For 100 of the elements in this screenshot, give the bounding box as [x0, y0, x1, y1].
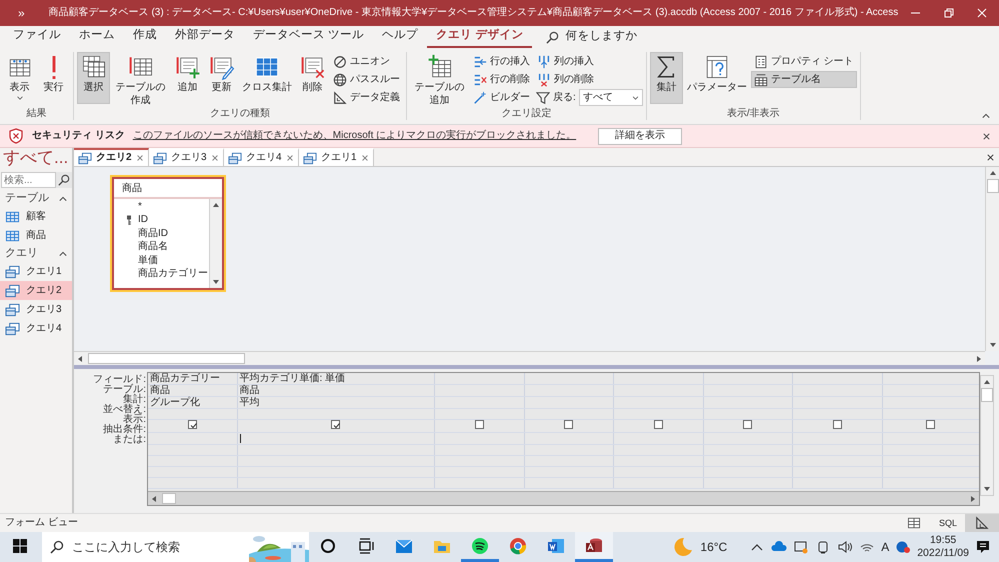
- horizontal-scrollbar[interactable]: [74, 351, 985, 365]
- close-icon[interactable]: [982, 132, 991, 140]
- taskbar-search-field[interactable]: ここに入力して検索: [42, 532, 309, 562]
- security-message-link[interactable]: このファイルのソースが信頼できないため、Microsoft によりマクロの実行がブロックされました。: [132, 130, 576, 142]
- search-icon[interactable]: [58, 174, 70, 186]
- show-checkbox[interactable]: [188, 420, 197, 429]
- document-tab[interactable]: クエリ1: [299, 148, 374, 166]
- meet-icon[interactable]: [895, 539, 912, 555]
- document-tab[interactable]: クエリ4: [224, 148, 299, 166]
- show-checkbox[interactable]: [743, 420, 752, 429]
- screen-icon[interactable]: [793, 539, 810, 555]
- start-icon[interactable]: [13, 539, 27, 553]
- nav-item[interactable]: クエリ4: [0, 319, 72, 338]
- ribbon-button[interactable]: 列の削除: [534, 71, 643, 88]
- criteria-cell[interactable]: [434, 432, 524, 444]
- datasheet-view-icon[interactable]: [907, 517, 921, 529]
- ribbon-button[interactable]: パラメーター: [684, 52, 750, 104]
- ribbon-button[interactable]: プロパティ シート: [750, 53, 857, 70]
- ribbon-button[interactable]: 集計: [650, 52, 683, 104]
- nav-item[interactable]: 顧客: [0, 207, 72, 226]
- ribbon-button[interactable]: ユニオン: [330, 53, 403, 70]
- collapse-icon[interactable]: [58, 250, 68, 258]
- design-view-icon[interactable]: [975, 516, 989, 530]
- ribbon-tab[interactable]: クエリ デザイン: [427, 26, 532, 48]
- ribbon-button[interactable]: パススルー: [330, 71, 403, 88]
- ribbon-tab[interactable]: ヘルプ: [373, 26, 428, 48]
- vertical-scrollbar[interactable]: [980, 375, 994, 496]
- tell-me-field[interactable]: 何をしますか: [565, 30, 638, 44]
- nav-item[interactable]: クエリ1: [0, 262, 72, 281]
- show-checkbox[interactable]: [331, 420, 340, 429]
- collapse-ribbon-icon[interactable]: [981, 112, 991, 120]
- speaker-icon[interactable]: [837, 539, 854, 555]
- criteria-cell[interactable]: [613, 432, 703, 444]
- caret-icon: [632, 94, 639, 100]
- field-name[interactable]: 商品ID: [138, 228, 168, 240]
- grid-cell[interactable]: 平均: [240, 397, 260, 408]
- nav-item[interactable]: クエリ2: [0, 281, 72, 300]
- field-name[interactable]: *: [138, 200, 142, 213]
- database-app-taskbar-button[interactable]: [575, 532, 613, 562]
- grid-cell[interactable]: 平均カテゴリ単価: 単価: [240, 373, 346, 384]
- criteria-cell[interactable]: [237, 432, 434, 444]
- ribbon-button[interactable]: 表示: [3, 52, 36, 104]
- show-checkbox[interactable]: [474, 420, 484, 429]
- ribbon-button[interactable]: 行の削除: [470, 71, 533, 88]
- ime-indicator[interactable]: A: [881, 540, 890, 554]
- close-icon[interactable]: [986, 153, 995, 162]
- search-field[interactable]: 検索...: [1, 172, 56, 188]
- show-checkbox[interactable]: [832, 420, 842, 429]
- criteria-cell[interactable]: [703, 432, 792, 444]
- ribbon-button[interactable]: データ定義: [330, 89, 403, 106]
- ribbon-tab[interactable]: 外部データ: [166, 26, 244, 48]
- ribbon-button[interactable]: テーブルの追加: [410, 52, 469, 104]
- ribbon-button[interactable]: 削除: [296, 52, 329, 104]
- ribbon-button[interactable]: 選択: [77, 52, 110, 104]
- grid-cell[interactable]: グループ化: [150, 397, 200, 408]
- nav-group-label[interactable]: クエリ: [5, 246, 38, 260]
- nav-group-label[interactable]: テーブル: [5, 192, 49, 206]
- clock-time[interactable]: 19:55: [930, 534, 956, 547]
- details-button[interactable]: 詳細を表示: [598, 128, 682, 144]
- show-checkbox[interactable]: [564, 420, 573, 429]
- ribbon-button[interactable]: テーブル名: [750, 71, 857, 88]
- field-name[interactable]: ID: [138, 214, 148, 226]
- notification-icon[interactable]: [975, 539, 991, 555]
- ribbon-button[interactable]: ビルダー: [470, 89, 533, 106]
- show-checkbox[interactable]: [926, 420, 935, 429]
- criteria-cell[interactable]: [524, 432, 613, 444]
- horizontal-scrollbar[interactable]: [148, 491, 979, 505]
- field-name[interactable]: 商品カテゴリー: [138, 268, 208, 280]
- weather-temperature[interactable]: 16°C: [700, 540, 728, 554]
- field-name[interactable]: 商品名: [138, 241, 168, 254]
- ribbon-button[interactable]: クロス集計: [239, 52, 295, 104]
- sql-view-button[interactable]: SQL: [931, 514, 965, 532]
- grid-cell[interactable]: 商品: [150, 385, 170, 396]
- ribbon-tab[interactable]: ファイル: [4, 26, 70, 48]
- criteria-cell[interactable]: [792, 432, 882, 444]
- navigation-title[interactable]: すべて...: [0, 148, 73, 172]
- nav-item[interactable]: クエリ3: [0, 300, 72, 319]
- document-tab[interactable]: クエリ3: [149, 148, 224, 166]
- ribbon-button[interactable]: 行の挿入: [470, 53, 533, 70]
- ribbon-tab[interactable]: データベース ツール: [244, 26, 374, 48]
- vertical-scrollbar[interactable]: [209, 199, 222, 288]
- field-name[interactable]: 単価: [138, 254, 158, 267]
- criteria-cell[interactable]: [148, 432, 237, 444]
- ribbon-button[interactable]: 追加: [171, 52, 204, 104]
- vertical-scrollbar[interactable]: [985, 167, 999, 351]
- ribbon-tab[interactable]: 作成: [124, 26, 166, 48]
- show-checkbox[interactable]: [654, 420, 662, 429]
- ribbon-button[interactable]: 実行: [37, 52, 70, 104]
- ribbon-button[interactable]: 列の挿入: [534, 53, 643, 70]
- grid-cell[interactable]: 商品: [240, 385, 260, 396]
- ribbon-button[interactable]: 更新: [205, 52, 238, 104]
- ribbon-tab[interactable]: ホーム: [70, 26, 124, 48]
- collapse-icon[interactable]: [58, 194, 68, 202]
- document-tab[interactable]: クエリ2: [74, 148, 149, 166]
- nav-item[interactable]: 商品: [0, 226, 72, 245]
- restore-icon[interactable]: [944, 8, 954, 18]
- return-dropdown[interactable]: すべて: [578, 89, 643, 106]
- quick-access-button[interactable]: »: [0, 6, 49, 20]
- clock-date[interactable]: 2022/11/09: [917, 547, 969, 560]
- ribbon-button[interactable]: テーブルの作成: [111, 52, 170, 104]
